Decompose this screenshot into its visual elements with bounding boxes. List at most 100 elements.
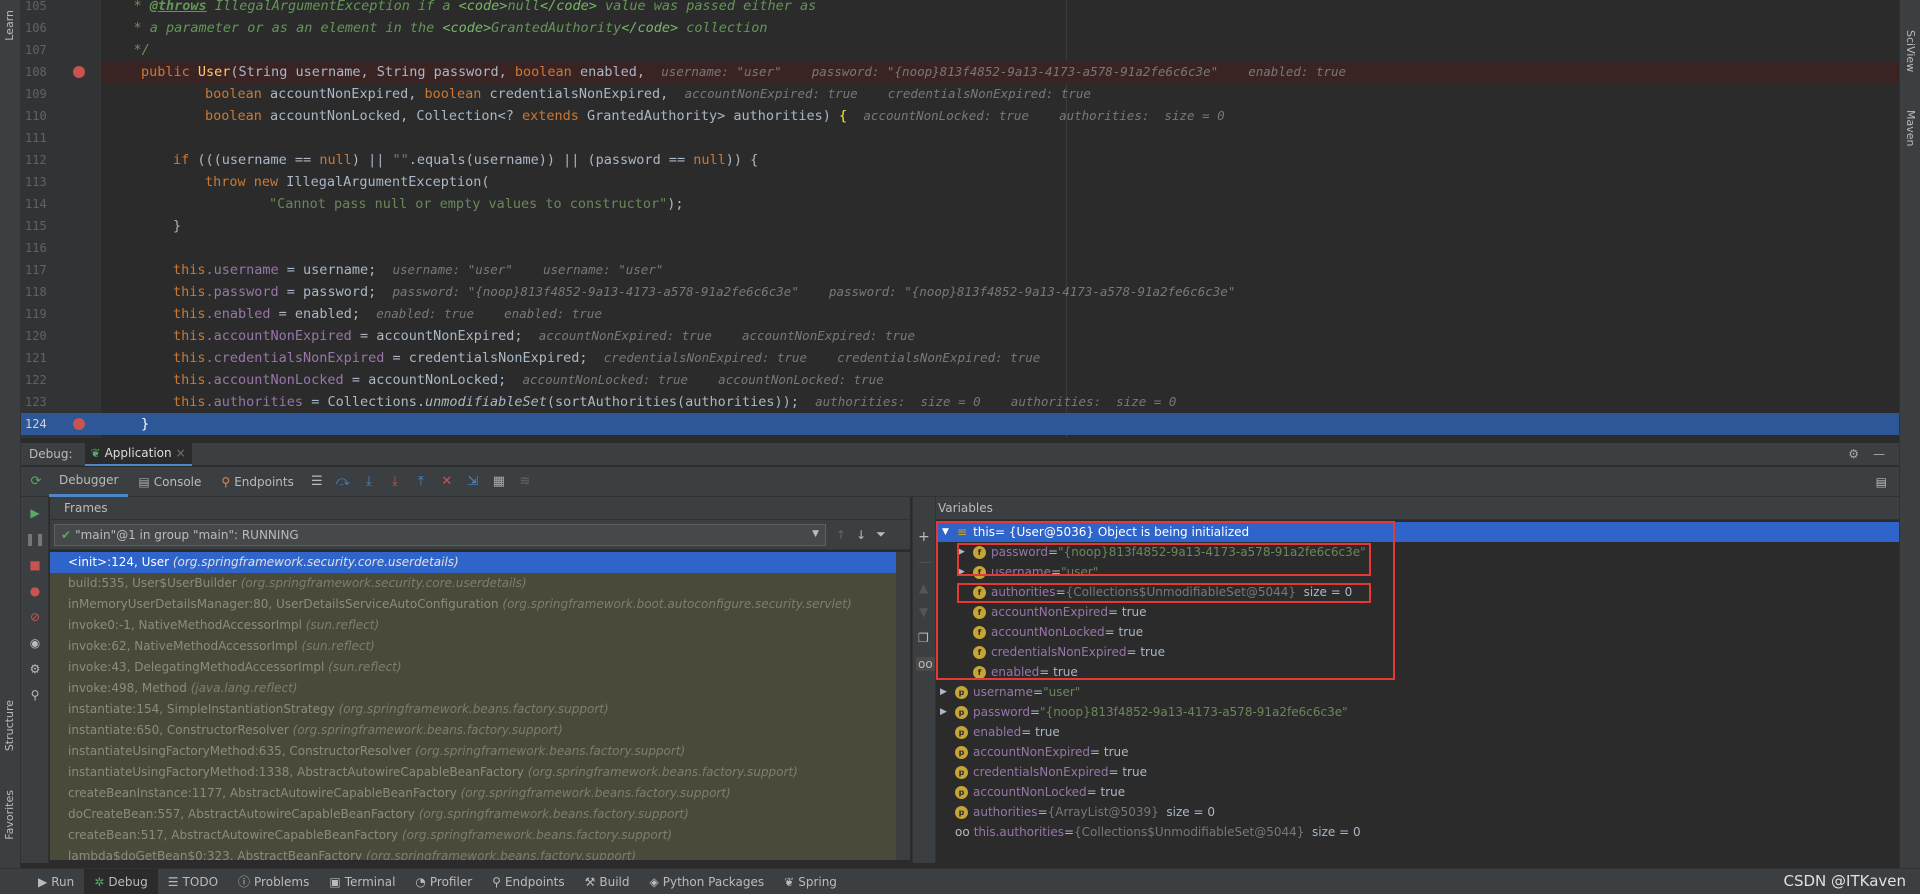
tab-profiler[interactable]: ◔ Profiler xyxy=(405,869,482,894)
tab-application[interactable]: ❦ Application × xyxy=(84,442,192,466)
frame-item[interactable]: instantiate:154, SimpleInstantiationStra… xyxy=(50,699,908,720)
tab-endpoints-bottom[interactable]: ⚲ Endpoints xyxy=(482,869,574,894)
code-line: * @throws IllegalArgumentException if a … xyxy=(101,0,817,14)
watches-icon[interactable]: oo xyxy=(916,657,935,671)
tab-run[interactable]: ▶ Run xyxy=(28,869,84,894)
mute-breakpoints-icon[interactable]: ⊘ xyxy=(27,609,43,625)
parameter-icon: p xyxy=(955,805,968,819)
tool-window-bar: ▶ Run ✲ Debug ☰ TODO ⓘ Problems ▣ Terminal ◔ P… xyxy=(0,868,1920,894)
var-param-password[interactable]: ▶ p password = "{noop}813f4852-9a13-4173-… xyxy=(940,702,1348,722)
stop-icon[interactable]: ■ xyxy=(27,557,43,573)
var-param-username[interactable]: ▶ p username = "user" xyxy=(940,682,1080,702)
add-watch-icon[interactable]: + xyxy=(918,529,930,545)
frame-item[interactable]: invoke:43, DelegatingMethodAccessorImpl … xyxy=(50,657,908,678)
var-param-credentialsNonExpired[interactable]: p credentialsNonExpired = true xyxy=(940,762,1147,782)
trace-icon[interactable]: ≋ xyxy=(516,473,534,491)
code-line: this.password = password; password: "{no… xyxy=(173,284,1236,300)
move-up-icon[interactable]: ▲ xyxy=(919,581,928,595)
breakpoint-icon[interactable] xyxy=(73,418,85,430)
maven-tab[interactable]: Maven xyxy=(1904,110,1917,146)
code-line: * a parameter or as an element in the <c… xyxy=(101,20,768,36)
line-number: 120 xyxy=(25,329,47,343)
tab-todo[interactable]: ☰ TODO xyxy=(158,869,228,894)
frame-item[interactable]: invoke0:-1, NativeMethodAccessorImpl (su… xyxy=(50,615,908,636)
code-line-execution-point: } xyxy=(101,413,1899,435)
frame-item[interactable]: <init>:124, User (org.springframework.se… xyxy=(50,552,908,573)
var-param-enabled[interactable]: p enabled = true xyxy=(940,722,1060,742)
frames-scrollbar[interactable] xyxy=(896,552,910,860)
step-out-icon[interactable]: ⤒ xyxy=(412,473,430,491)
var-param-accountNonExpired[interactable]: p accountNonExpired = true xyxy=(940,742,1129,762)
var-param-authorities[interactable]: p authorities = {ArrayList@5039} size = … xyxy=(940,802,1215,822)
minimize-icon[interactable]: — xyxy=(1873,447,1885,461)
down-arrow-icon[interactable]: ↓ xyxy=(856,528,866,542)
line-number: 121 xyxy=(25,351,47,365)
tab-spring[interactable]: ❦ Spring xyxy=(774,869,847,894)
tab-build[interactable]: ⚒ Build xyxy=(575,869,640,894)
profiler-icon: ◔ xyxy=(415,874,426,889)
sciview-tab[interactable]: SciView xyxy=(1904,30,1917,72)
copy-icon[interactable]: ❐ xyxy=(918,631,929,645)
favorites-tab[interactable]: Favorites xyxy=(3,790,16,840)
tab-problems[interactable]: ⓘ Problems xyxy=(228,869,319,894)
learn-tab[interactable]: Learn xyxy=(3,10,16,41)
frame-item[interactable]: doCreateBean:557, AbstractAutowireCapabl… xyxy=(50,804,908,825)
tab-terminal[interactable]: ▣ Terminal xyxy=(319,869,405,894)
structure-tab[interactable]: Structure xyxy=(3,700,16,751)
run-to-cursor-icon[interactable]: ⇲ xyxy=(464,473,482,491)
tab-debug[interactable]: ✲ Debug xyxy=(84,868,158,894)
var-watch-this-authorities[interactable]: oo this.authorities = {Collections$Unmod… xyxy=(940,822,1361,842)
variables-title: Variables xyxy=(936,497,1899,520)
tab-debugger[interactable]: Debugger xyxy=(49,466,129,497)
up-arrow-icon[interactable]: ↑ xyxy=(836,528,846,542)
frame-item[interactable]: build:535, User$UserBuilder (org.springf… xyxy=(50,573,908,594)
line-number: 116 xyxy=(25,241,47,255)
frame-item[interactable]: createBean:517, AbstractAutowireCapableB… xyxy=(50,825,908,846)
drop-frame-icon[interactable]: ✕ xyxy=(438,473,456,491)
tab-python-packages[interactable]: ◈ Python Packages xyxy=(640,869,775,894)
frame-item[interactable]: lambda$doGetBean$0:323, AbstractBeanFact… xyxy=(50,846,908,860)
var-param-accountNonLocked[interactable]: p accountNonLocked = true xyxy=(940,782,1125,802)
frame-item[interactable]: invoke:62, NativeMethodAccessorImpl (sun… xyxy=(50,636,908,657)
endpoints-icon: ⚲ xyxy=(221,474,231,489)
frame-item[interactable]: inMemoryUserDetailsManager:80, UserDetai… xyxy=(50,594,908,615)
check-icon: ✔ xyxy=(61,527,72,542)
breakpoint-icon[interactable] xyxy=(73,66,85,78)
move-down-icon[interactable]: ▼ xyxy=(919,605,928,619)
resume-icon[interactable]: ▶ xyxy=(27,505,43,521)
annotation-box-authorities xyxy=(957,583,1371,603)
pin-icon[interactable]: ⚲ xyxy=(27,687,43,703)
gear-icon[interactable]: ⚙ xyxy=(1848,447,1859,461)
console-icon: ▤ xyxy=(138,474,150,489)
code-line: if (((username == null) || "".equals(use… xyxy=(173,152,759,168)
step-into-icon[interactable]: ⤓ xyxy=(360,473,378,491)
close-icon[interactable]: × xyxy=(176,442,186,465)
settings-icon[interactable]: ⚙ xyxy=(27,661,43,677)
evaluate-icon[interactable]: ▦ xyxy=(490,473,508,491)
menu-icon[interactable]: ☰ xyxy=(308,473,326,491)
frame-item[interactable]: instantiate:650, ConstructorResolver (or… xyxy=(50,720,908,741)
chevron-right-icon[interactable]: ▶ xyxy=(940,702,952,722)
frame-item[interactable]: instantiateUsingFactoryMethod:635, Const… xyxy=(50,741,908,762)
step-over-icon[interactable]: ⤼ xyxy=(334,473,352,491)
frame-item[interactable]: createBeanInstance:1177, AbstractAutowir… xyxy=(50,783,908,804)
layout-icon[interactable]: ▤ xyxy=(1876,475,1887,489)
tab-endpoints[interactable]: ⚲ Endpoints xyxy=(211,467,303,497)
frame-item[interactable]: instantiateUsingFactoryMethod:1338, Abst… xyxy=(50,762,908,783)
camera-icon[interactable]: ◉ xyxy=(27,635,43,651)
tab-console[interactable]: ▤ Console xyxy=(128,467,211,497)
frame-item[interactable]: invoke:498, Method (java.lang.reflect) xyxy=(50,678,908,699)
pause-icon[interactable]: ❚❚ xyxy=(25,531,45,547)
variables-panel: Variables ▼ ≡ this = {User@5036} Object … xyxy=(936,497,1899,863)
thread-dropdown[interactable]: ✔ "main"@1 in group "main": RUNNING ▼ xyxy=(54,523,826,546)
filter-icon[interactable]: ⏷ xyxy=(876,527,886,542)
remove-watch-icon[interactable]: — xyxy=(919,555,931,569)
line-number: 111 xyxy=(25,131,47,145)
list-icon: ☰ xyxy=(167,874,179,889)
chevron-right-icon[interactable]: ▶ xyxy=(940,682,952,702)
force-step-into-icon[interactable]: ⤓ xyxy=(386,473,404,491)
view-breakpoints-icon[interactable]: ● xyxy=(27,583,43,599)
rerun-icon[interactable]: ⟳ xyxy=(27,473,45,491)
code-editor[interactable]: 105 106 107 108 109 110 111 112 113 114 … xyxy=(21,0,1899,438)
code-line: this.accountNonLocked = accountNonLocked… xyxy=(173,372,884,388)
